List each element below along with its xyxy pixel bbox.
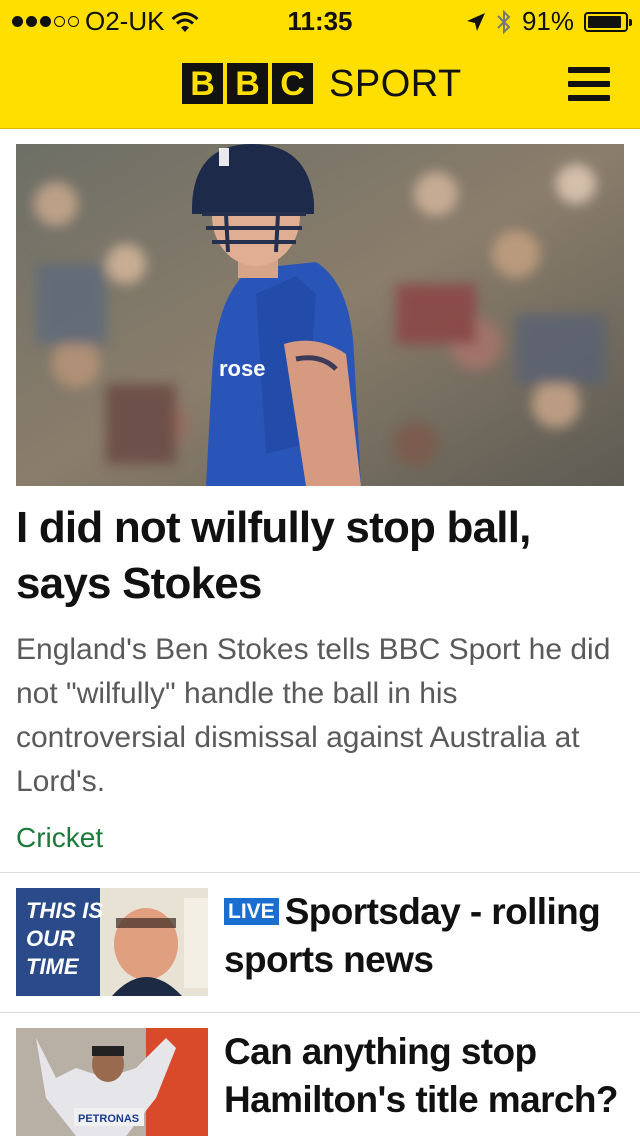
svg-text:OUR: OUR xyxy=(26,926,75,951)
logo-letter: B xyxy=(182,63,223,104)
bluetooth-icon xyxy=(497,9,511,34)
story-thumbnail[interactable]: PETRONAS xyxy=(16,1028,208,1136)
list-item[interactable]: PETRONAS Can anything stop Hamilton's ti… xyxy=(0,1012,640,1136)
bbc-sport-logo[interactable]: B B C SPORT xyxy=(182,63,462,104)
hero-headline[interactable]: I did not wilfully stop ball, says Stoke… xyxy=(16,500,626,612)
battery-icon xyxy=(584,11,632,32)
logo-letter: C xyxy=(272,63,313,104)
battery-percentage: 91% xyxy=(521,6,574,36)
story-title-text: Sportsday - rolling sports news xyxy=(224,891,601,980)
svg-text:THIS IS: THIS IS xyxy=(26,898,103,923)
svg-text:TIME: TIME xyxy=(26,954,80,979)
list-item[interactable]: THIS IS OUR TIME LIVE Sportsday - rolling… xyxy=(0,872,640,1012)
svg-text:rose: rose xyxy=(219,356,265,381)
svg-text:PETRONAS: PETRONAS xyxy=(78,1113,139,1125)
app-header: B B C SPORT xyxy=(0,40,640,129)
hero-section-tag[interactable]: Cricket xyxy=(16,822,103,854)
story-title[interactable]: Can anything stop Hamilton's title march… xyxy=(224,1028,624,1124)
hero-image[interactable]: rose xyxy=(16,144,624,486)
hero-summary: England's Ben Stokes tells BBC Sport he … xyxy=(16,633,611,798)
live-badge: LIVE xyxy=(224,898,279,925)
story-thumbnail[interactable]: THIS IS OUR TIME xyxy=(16,888,208,996)
logo-letter: B xyxy=(227,63,268,104)
location-arrow-icon xyxy=(466,12,485,31)
status-bar: O2-UK 11:35 91% xyxy=(0,0,640,40)
hamburger-menu-icon[interactable] xyxy=(568,67,610,101)
status-right: 91% xyxy=(466,6,632,37)
logo-sport-word: SPORT xyxy=(329,62,462,105)
story-title[interactable]: LIVE Sportsday - rolling sports news xyxy=(224,888,624,984)
